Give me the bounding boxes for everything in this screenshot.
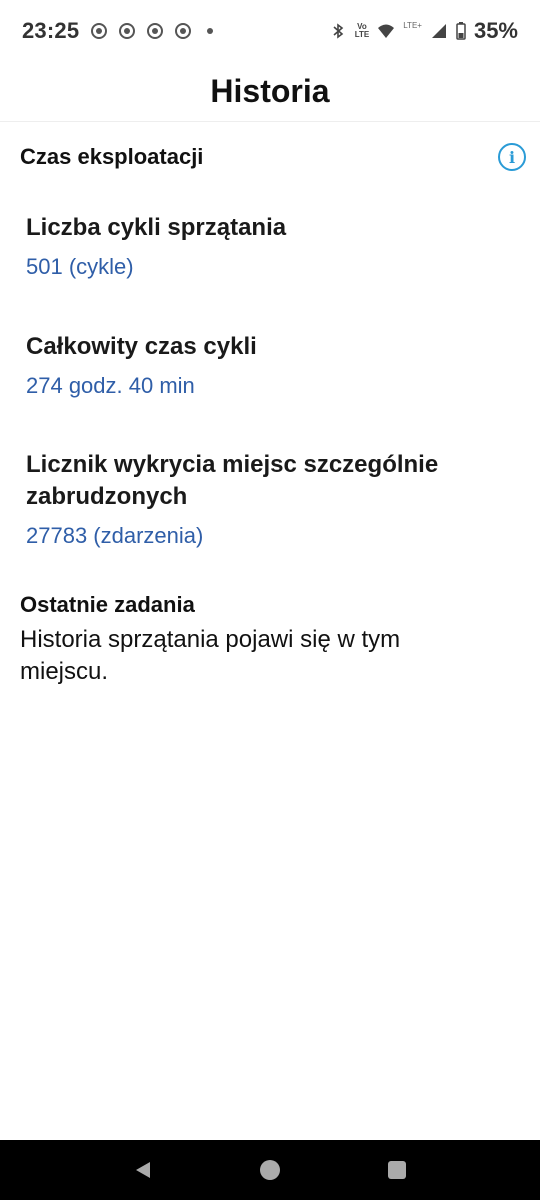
runtime-section-header: Czas eksploatacji i	[20, 142, 526, 172]
home-button[interactable]	[250, 1150, 290, 1190]
signal-icon	[431, 24, 446, 38]
home-icon	[259, 1160, 280, 1180]
stat-label: Liczba cykli sprzątania	[26, 214, 287, 241]
bluetooth-icon	[333, 23, 343, 39]
chrome-icon	[119, 23, 136, 39]
app-header: Historia	[0, 62, 540, 122]
lte-plus-label: LTE+	[403, 20, 422, 30]
stat-value: 501 (cykle)	[26, 254, 134, 279]
stat-dirt-detection-counter: Licznik wykrycia miejsc szczególnie zabr…	[26, 449, 486, 549]
back-icon	[136, 1162, 151, 1178]
chrome-icon	[91, 23, 108, 39]
chrome-icon	[147, 23, 164, 39]
runtime-section-title: Czas eksploatacji	[20, 144, 204, 169]
status-right: Vo LTE LTE+ 35%	[329, 18, 518, 44]
more-notifications-dot	[207, 28, 214, 34]
stat-value: 27783 (zdarzenia)	[26, 523, 204, 548]
navigation-bar	[0, 1140, 540, 1200]
recent-tasks-empty-text: Historia sprzątania pojawi się w tym mie…	[20, 626, 401, 685]
back-button[interactable]	[123, 1150, 163, 1190]
volte-bottom-label: LTE	[354, 30, 370, 39]
stat-label: Całkowity czas cykli	[26, 333, 257, 360]
recents-icon	[387, 1161, 406, 1179]
info-icon[interactable]: i	[498, 143, 526, 171]
stat-value: 274 godz. 40 min	[26, 373, 195, 398]
stat-total-cycle-time: Całkowity czas cykli 274 godz. 40 min	[26, 331, 486, 399]
screen: 23:25 Vo LTE LTE+ 35% Historia Czas eksp…	[0, 0, 540, 1200]
clock: 23:25	[22, 18, 80, 43]
wifi-icon	[378, 24, 395, 38]
status-left: 23:25	[22, 18, 214, 44]
stat-label: Licznik wykrycia miejsc szczególnie zabr…	[26, 451, 439, 510]
battery-icon	[456, 22, 466, 40]
stat-cleaning-cycles: Liczba cykli sprzątania 501 (cykle)	[26, 212, 486, 280]
page-title: Historia	[210, 73, 330, 109]
status-bar: 23:25 Vo LTE LTE+ 35%	[0, 0, 540, 62]
battery-percent: 35%	[473, 18, 518, 43]
volte-icon: Vo LTE	[355, 23, 370, 39]
recents-button[interactable]	[377, 1150, 417, 1190]
recent-tasks-title: Ostatnie zadania	[20, 592, 195, 617]
chrome-icon	[175, 23, 192, 39]
